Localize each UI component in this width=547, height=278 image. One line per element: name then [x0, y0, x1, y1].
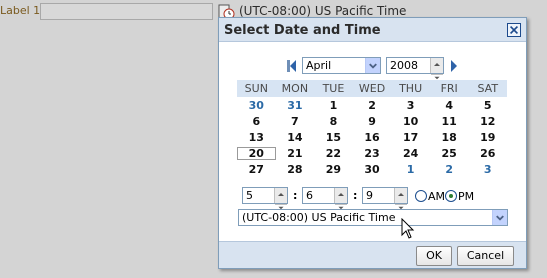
weekday-label: THU: [399, 82, 423, 95]
calendar-day[interactable]: 2: [430, 163, 469, 176]
minute-spin-buttons[interactable]: [334, 188, 347, 211]
pm-label: PM: [458, 190, 475, 203]
weekday-label: TUE: [322, 82, 345, 95]
calendar-day[interactable]: 22: [314, 147, 353, 160]
calendar-week-row: 27 28 29 30 1 2 3: [237, 161, 507, 177]
calendar-day[interactable]: 1: [391, 163, 430, 176]
spin-up-icon[interactable]: [275, 191, 287, 198]
calendar-day[interactable]: 17: [391, 131, 430, 144]
hour-spinner[interactable]: 5: [242, 187, 288, 211]
calendar-day[interactable]: 23: [353, 147, 392, 160]
year-value: 2008: [390, 59, 418, 72]
calendar-day[interactable]: 14: [276, 131, 315, 144]
calendar-day[interactable]: 7: [276, 115, 315, 128]
calendar-week-row: 13 14 15 16 17 18 19: [237, 129, 507, 145]
calendar-grid: SUN MON TUE WED THU FRI SAT 30 31 1 2 3 4 5 6 7 8…: [237, 80, 507, 177]
calendar-day[interactable]: 30: [237, 99, 276, 112]
prev-month-icon[interactable]: [287, 59, 297, 73]
weekday-label: SUN: [244, 82, 268, 95]
calendar-day[interactable]: 30: [353, 163, 392, 176]
form-label: Label 1: [0, 4, 41, 17]
time-row: 5 : 6 : 9 AM PM: [242, 187, 512, 211]
calendar-day[interactable]: 24: [391, 147, 430, 160]
chevron-down-icon[interactable]: [492, 210, 507, 225]
timezone-value: (UTC-08:00) US Pacific Time: [242, 211, 396, 224]
calendar-day[interactable]: 19: [468, 131, 507, 144]
month-select[interactable]: April: [302, 57, 381, 74]
calendar-weeks: 30 31 1 2 3 4 5 6 7 8 9 10 11 12 13 14 15 16 17 18 19 20 21 22 2…: [237, 97, 507, 177]
calendar-day[interactable]: 10: [391, 115, 430, 128]
ok-button[interactable]: OK: [416, 246, 452, 266]
weekday-label: SAT: [477, 82, 499, 95]
hour-spin-buttons[interactable]: [274, 188, 287, 211]
calendar-day[interactable]: 12: [468, 115, 507, 128]
calendar-day[interactable]: 3: [468, 163, 507, 176]
weekday-label: MON: [281, 82, 309, 95]
calendar-week-row: 20 21 22 23 24 25 26: [237, 145, 507, 161]
close-icon[interactable]: [507, 23, 521, 37]
weekday-label: FRI: [440, 82, 458, 95]
date-input[interactable]: [40, 3, 213, 20]
hour-value: 5: [246, 189, 253, 202]
calendar-day[interactable]: 16: [353, 131, 392, 144]
calendar-day[interactable]: 18: [430, 131, 469, 144]
calendar-day[interactable]: 26: [468, 147, 507, 160]
month-value: April: [306, 59, 332, 72]
calendar-week-row: 30 31 1 2 3 4 5: [237, 97, 507, 113]
spin-up-icon[interactable]: [395, 191, 407, 198]
timezone-select[interactable]: (UTC-08:00) US Pacific Time: [238, 209, 508, 226]
calendar-day[interactable]: 5: [468, 99, 507, 112]
dialog-title: Select Date and Time: [224, 23, 381, 38]
calendar-day[interactable]: 4: [430, 99, 469, 112]
next-month-icon[interactable]: [450, 59, 460, 73]
calendar-day[interactable]: 20: [237, 146, 276, 160]
calendar-day[interactable]: 9: [353, 115, 392, 128]
year-spinner[interactable]: 2008: [386, 57, 444, 81]
pm-radio[interactable]: [445, 190, 457, 202]
spin-up-icon[interactable]: [335, 191, 347, 198]
calendar-day[interactable]: 2: [353, 99, 392, 112]
calendar-day[interactable]: 6: [237, 115, 276, 128]
calendar-day[interactable]: 28: [276, 163, 315, 176]
calendar-day[interactable]: 8: [314, 115, 353, 128]
dialog-title-bar: Select Date and Time: [219, 18, 526, 42]
time-separator: :: [353, 189, 358, 202]
mouse-cursor-icon: [401, 218, 415, 239]
second-spin-buttons[interactable]: [394, 188, 407, 211]
weekday-label: WED: [358, 82, 386, 95]
calendar-day[interactable]: 29: [314, 163, 353, 176]
calendar-day[interactable]: 15: [314, 131, 353, 144]
cancel-button[interactable]: Cancel: [457, 246, 514, 266]
date-time-dialog: Select Date and Time April 2008 SUN MON …: [218, 17, 527, 269]
calendar-day[interactable]: 27: [237, 163, 276, 176]
calendar-day[interactable]: 3: [391, 99, 430, 112]
second-value: 9: [366, 189, 373, 202]
calendar-week-row: 6 7 8 9 10 11 12: [237, 113, 507, 129]
minute-value: 6: [306, 189, 313, 202]
second-spinner[interactable]: 9: [362, 187, 408, 211]
chevron-down-icon[interactable]: [365, 58, 380, 73]
timezone-label: (UTC-08:00) US Pacific Time: [239, 4, 407, 18]
am-label: AM: [428, 190, 446, 203]
calendar-day[interactable]: 13: [237, 131, 276, 144]
calendar-day[interactable]: 21: [276, 147, 315, 160]
dialog-footer: OK Cancel: [219, 241, 526, 268]
am-radio[interactable]: [415, 190, 427, 202]
weekday-header: SUN MON TUE WED THU FRI SAT: [237, 80, 507, 97]
minute-spinner[interactable]: 6: [302, 187, 348, 211]
calendar-day[interactable]: 11: [430, 115, 469, 128]
spin-up-icon[interactable]: [431, 61, 443, 68]
year-spin-buttons[interactable]: [430, 58, 443, 81]
calendar-day[interactable]: 31: [276, 99, 315, 112]
calendar-day[interactable]: 1: [314, 99, 353, 112]
calendar-day[interactable]: 25: [430, 147, 469, 160]
time-separator: :: [293, 189, 298, 202]
